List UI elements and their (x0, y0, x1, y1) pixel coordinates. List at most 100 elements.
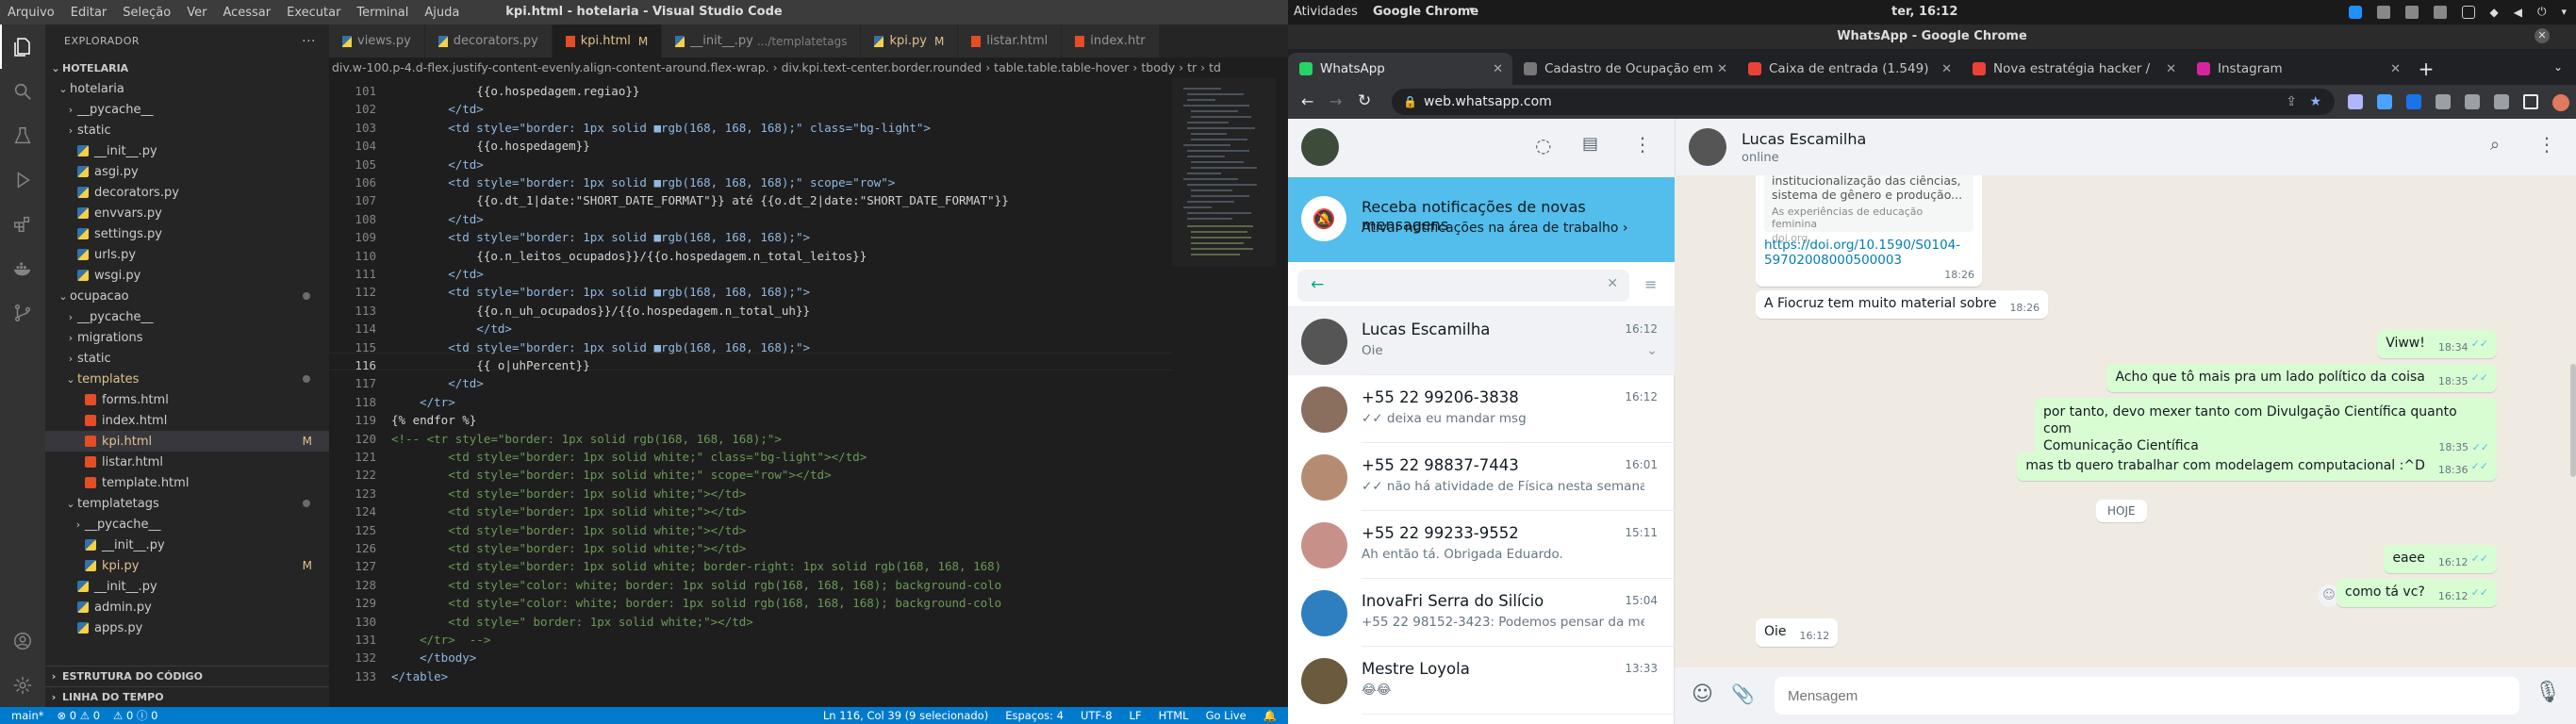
extension-icon[interactable] (2465, 94, 2480, 109)
clock[interactable]: ter, 16:12 (1891, 5, 1957, 19)
app-menu[interactable]: Google Chrome (1373, 5, 1478, 19)
tree-folder[interactable]: ⌄ ocupacao (45, 286, 329, 306)
tray-app-icon[interactable] (2348, 5, 2362, 19)
sync-status[interactable]: ⊗ 0 ⚠ 0 (57, 709, 100, 722)
extension-icon[interactable] (2377, 94, 2392, 109)
docker-icon[interactable] (0, 246, 45, 290)
cursor-position[interactable]: Ln 116, Col 39 (9 selecionado) (823, 709, 988, 722)
tree-file[interactable]: decorators.py (45, 182, 329, 203)
language-mode[interactable]: HTML (1159, 709, 1189, 722)
encoding[interactable]: UTF-8 (1081, 709, 1113, 722)
profile-avatar[interactable] (2552, 94, 2569, 111)
tree-file[interactable]: index.html (45, 410, 329, 431)
power-icon[interactable]: ⏻ (2537, 5, 2547, 19)
extension-icon[interactable] (2348, 94, 2363, 109)
editor-tab[interactable]: index.htr (1062, 25, 1160, 58)
tree-folder[interactable]: › static (45, 348, 329, 369)
search-icon[interactable]: ⌕ (2490, 135, 2500, 155)
message-out[interactable]: como tá vc? 16:12 ✓✓ (2337, 579, 2497, 607)
tree-folder[interactable]: ⌄ templatetags (45, 493, 329, 514)
notifications-bell-icon[interactable]: 🔔 (1263, 709, 1277, 722)
new-chat-icon[interactable]: ▤ (1582, 134, 1598, 154)
message-out[interactable]: eaee 16:12 ✓✓ (2384, 545, 2497, 573)
forward-arrow-icon[interactable]: → (1329, 92, 1342, 110)
tree-file[interactable]: envvars.py (45, 203, 329, 223)
tree-folder[interactable]: › __pycache__ (45, 99, 329, 120)
message-in[interactable]: A Fiocruz tem muito material sobre 18:26 (1756, 290, 2049, 319)
editor-tab[interactable]: listar.html (958, 25, 1063, 58)
tray-app-icon[interactable] (2404, 5, 2419, 19)
attach-clip-icon[interactable]: 📎 (1731, 683, 1755, 705)
chat-list-item[interactable]: Lucas Escamilha Oie 16:12 ⌄ (1288, 307, 1675, 375)
search-icon[interactable] (0, 69, 45, 113)
chat-list-item[interactable]: +55 22 99206-3838 ✓✓ deixa eu mandar msg 1… (1288, 375, 1675, 443)
side-panel-icon[interactable] (2523, 94, 2538, 109)
browser-tab[interactable]: Cadastro de Ocupação em ✕ (1512, 53, 1737, 85)
editor-tab[interactable]: __init__.py .../templatetags (662, 25, 862, 58)
minimap[interactable] (1172, 78, 1276, 705)
settings-gear-icon[interactable] (0, 663, 45, 707)
tree-file[interactable]: urls.py (45, 244, 329, 265)
back-arrow-icon[interactable]: ← (1301, 92, 1313, 110)
search-input[interactable]: ← ✕ (1297, 270, 1629, 302)
chat-list-item[interactable]: Mestre Loyola 😂😂 13:33 (1288, 647, 1675, 715)
tray-app-icon[interactable] (2461, 5, 2475, 19)
chat-list-item[interactable]: InovaFri Serra do Silício +55 22 98152-34… (1288, 579, 1675, 647)
message-input[interactable] (1775, 677, 2519, 715)
browser-tab[interactable]: Caixa de entrada (1.549) ✕ (1737, 53, 1961, 85)
close-tab-icon[interactable]: ✕ (1941, 62, 1952, 76)
my-avatar[interactable] (1301, 128, 1339, 166)
message-out[interactable]: mas tb quero trabalhar com modelagem com… (2017, 452, 2497, 481)
tray-app-icon[interactable] (2376, 5, 2390, 19)
project-root[interactable]: ⌄ HOTELARIA (45, 58, 329, 78)
message-in[interactable]: Oie 16:12 (1756, 618, 1839, 647)
filter-icon[interactable]: ≡ (1644, 275, 1657, 293)
timeline-section[interactable]: › LINHA DO TEMPO (45, 686, 329, 707)
message-out[interactable]: Acho que tô mais pra um lado político da… (2106, 364, 2497, 392)
tree-folder[interactable]: › __pycache__ (45, 514, 329, 535)
status-icon[interactable]: ◌ (1535, 134, 1551, 156)
message-link[interactable]: https://doi.org/10.1590/S0104- (1764, 238, 1973, 253)
tree-file[interactable]: wsgi.py (45, 265, 329, 286)
browser-tab[interactable]: Nova estratégia hacker / ✕ (1961, 53, 2186, 85)
tree-folder[interactable]: ⌄ templates (45, 369, 329, 389)
tree-file[interactable]: admin.py (45, 597, 329, 617)
menu-dots-icon[interactable]: ⋮ (1633, 133, 1652, 156)
indentation[interactable]: Espaços: 4 (1005, 709, 1064, 722)
caret-down-icon[interactable]: ▾ (2561, 6, 2567, 18)
tree-folder[interactable]: ⌄ hotelaria (45, 78, 329, 99)
problems-status[interactable]: ⚠ 0 ⓘ 0 (113, 708, 157, 723)
close-window-icon[interactable]: ✕ (2535, 28, 2550, 43)
editor-tab[interactable]: views.py (329, 25, 425, 58)
link-preview-message[interactable]: institucionalização das ciências, sistem… (1756, 175, 1982, 287)
tree-file[interactable]: template.html (45, 472, 329, 493)
extension-icon[interactable] (2436, 94, 2451, 109)
tray-app-icon[interactable] (2433, 5, 2447, 19)
bookmark-star-icon[interactable]: ★ (2309, 89, 2321, 115)
line-ending[interactable]: LF (1130, 709, 1142, 722)
message-out[interactable]: Viww! 18:34 ✓✓ (2377, 330, 2497, 358)
editor-tab[interactable]: kpi.py M (861, 25, 959, 58)
enable-notifications-link[interactable]: Ativar notificações na área de trabalho … (1362, 221, 1628, 236)
close-tab-icon[interactable]: ✕ (2390, 62, 2401, 76)
breadcrumb[interactable]: div.w-100.p-4.d-flex.justify-content-eve… (329, 58, 1288, 78)
chat-list-item[interactable]: +55 22 98837-7443 ✓✓ não há atividade de … (1288, 443, 1675, 511)
editor-tab[interactable]: decorators.py (424, 25, 553, 58)
chat-list-item[interactable]: +55 22 99233-9552 Ah então tá. Obrigada E… (1288, 511, 1675, 579)
go-live-button[interactable]: Go Live (1206, 709, 1247, 722)
link-preview-card[interactable]: institucionalização das ciências, sistem… (1764, 175, 1973, 244)
account-icon[interactable] (0, 618, 45, 663)
run-debug-icon[interactable] (0, 157, 45, 202)
source-control-icon[interactable] (0, 290, 45, 335)
new-tab-button[interactable]: + (2410, 53, 2442, 85)
caret-down-icon[interactable]: ▾ (1469, 4, 1475, 16)
extensions-icon[interactable] (0, 202, 45, 246)
tree-file[interactable]: forms.html (45, 389, 329, 410)
microphone-icon[interactable]: 🎙 (2535, 681, 2561, 704)
emoji-icon[interactable]: ☺ (1692, 683, 1713, 706)
tree-file[interactable]: kpi.html M (45, 431, 329, 452)
chevron-down-icon[interactable]: ⌄ (1646, 343, 1658, 358)
address-bar[interactable]: 🔒 web.whatsapp.com ⇪ ★ (1392, 89, 2335, 115)
back-arrow-icon[interactable]: ← (1311, 275, 1324, 294)
tree-file[interactable]: __init__.py (45, 140, 329, 161)
